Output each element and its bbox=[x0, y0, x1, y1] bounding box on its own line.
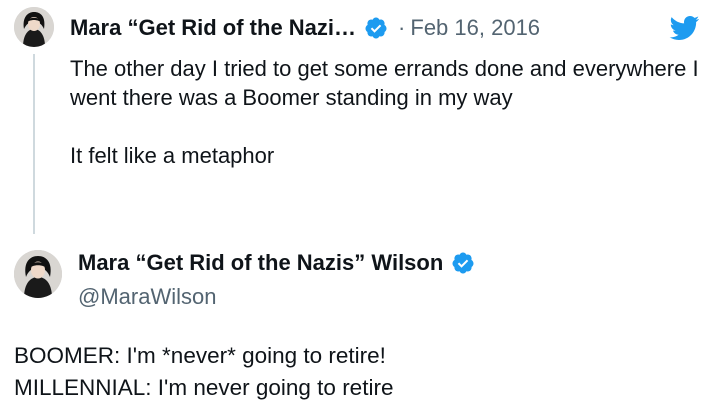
parent-tweet-text: The other day I tried to get some errand… bbox=[70, 54, 710, 170]
parent-author-name[interactable]: Mara “Get Rid of the Nazi… bbox=[70, 15, 356, 41]
parent-tweet-line: The other day I tried to get some errand… bbox=[70, 56, 699, 110]
verified-badge-icon bbox=[451, 251, 475, 275]
separator-dot: · bbox=[398, 15, 406, 40]
main-author-handle[interactable]: @MaraWilson bbox=[78, 284, 216, 310]
avatar-photo bbox=[14, 7, 54, 47]
twitter-bird-icon[interactable] bbox=[668, 15, 700, 41]
parent-avatar[interactable] bbox=[14, 7, 54, 47]
main-tweet-line: BOOMER: I'm *never* going to retire! bbox=[14, 343, 386, 368]
avatar-photo bbox=[14, 250, 62, 298]
main-avatar[interactable] bbox=[14, 250, 62, 298]
main-tweet-line: MILLENNIAL: I'm never going to retire bbox=[14, 375, 394, 400]
parent-tweet-date[interactable]: Feb 16, 2016 bbox=[410, 15, 540, 41]
parent-tweet-line: It felt like a metaphor bbox=[70, 143, 275, 168]
main-author-name[interactable]: Mara “Get Rid of the Nazis” Wilson bbox=[78, 250, 443, 276]
main-tweet-text: BOOMER: I'm *never* going to retire! MIL… bbox=[14, 340, 714, 404]
parent-tweet-header: Mara “Get Rid of the Nazi… · Feb 16, 201… bbox=[70, 13, 540, 43]
thread-connector-line bbox=[33, 54, 35, 234]
verified-badge-icon bbox=[364, 16, 388, 40]
main-author-row: Mara “Get Rid of the Nazis” Wilson bbox=[78, 250, 475, 276]
